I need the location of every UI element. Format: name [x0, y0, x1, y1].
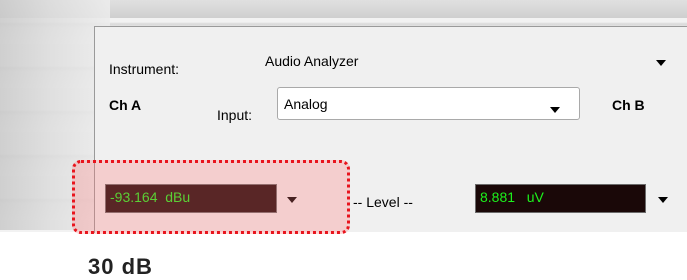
input-label: Input: [217, 107, 253, 123]
background-partial-label: 30 dB [88, 254, 153, 279]
channel-b-level-dropdown[interactable] [651, 184, 681, 213]
input-value: Analog [284, 96, 328, 112]
level-label: -- Level -- [353, 194, 413, 210]
chevron-down-icon[interactable] [656, 60, 666, 66]
channel-a-label: Ch A [109, 97, 142, 113]
level-highlight-annotation [72, 160, 350, 234]
chevron-down-icon[interactable] [550, 107, 560, 113]
instrument-value: Audio Analyzer [265, 53, 359, 69]
channel-b-level-readout: 8.881 uV [475, 184, 646, 213]
input-select[interactable]: Analog [277, 87, 580, 120]
channel-b-level-value: 8.881 uV [480, 189, 544, 205]
instrument-label: Instrument: [109, 61, 180, 77]
channel-b-label: Ch B [612, 97, 645, 113]
chevron-down-icon[interactable] [658, 197, 668, 203]
instrument-select[interactable]: Audio Analyzer [253, 47, 677, 77]
